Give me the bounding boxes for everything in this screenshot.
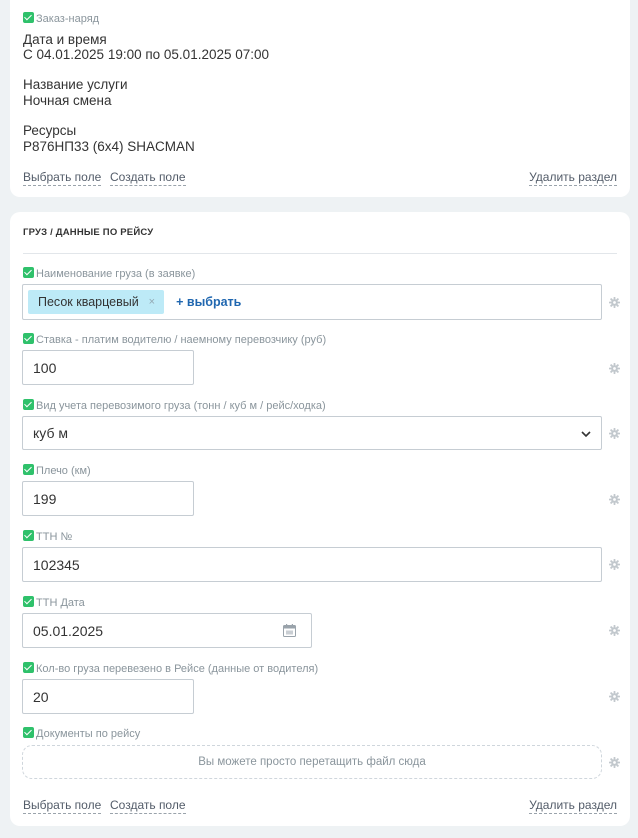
resources-label: Ресурсы [23, 123, 77, 138]
order-card: Заказ-наряд Дата и время С 04.01.2025 19… [10, 0, 630, 197]
ttn-date-input[interactable]: 05.01.2025 [22, 613, 312, 648]
cargo-amount-input[interactable]: 20 [22, 679, 194, 714]
cargo-tag: Песок кварцевый × [28, 290, 165, 314]
calendar-icon[interactable] [283, 624, 296, 637]
distance-label: Плечо (км) [23, 464, 91, 477]
gear-icon[interactable] [609, 494, 620, 505]
service-name-value: Ночная смена [23, 93, 112, 108]
chevron-down-icon [581, 431, 591, 438]
check-icon[interactable] [23, 662, 34, 673]
gear-icon[interactable] [609, 757, 620, 768]
section-divider [23, 253, 617, 254]
gear-icon[interactable] [609, 625, 620, 636]
service-name-label: Название услуги [23, 77, 128, 92]
delete-section-link[interactable]: Удалить раздел [529, 170, 617, 186]
cargo-name-label: Наименование груза (в заявке) [23, 267, 195, 280]
ttn-number-input[interactable]: 102345 [22, 547, 602, 582]
check-icon[interactable] [23, 530, 34, 541]
documents-label: Документы по рейсу [23, 727, 140, 740]
cargo-card: ГРУЗ / ДАННЫЕ ПО РЕЙСУ Наименование груз… [10, 212, 630, 826]
check-icon[interactable] [23, 596, 34, 607]
create-field-link[interactable]: Создать поле [110, 170, 186, 186]
create-field-link[interactable]: Создать поле [110, 798, 186, 814]
delete-section-link[interactable]: Удалить раздел [529, 798, 617, 814]
gear-icon[interactable] [609, 428, 620, 439]
add-cargo-button[interactable]: + выбрать [176, 295, 241, 309]
cargo-name-field[interactable]: Песок кварцевый × + выбрать [22, 284, 602, 320]
accounting-select[interactable]: куб м [22, 416, 602, 450]
distance-input[interactable]: 199 [22, 481, 194, 516]
check-icon[interactable] [23, 464, 34, 475]
select-field-link[interactable]: Выбрать поле [23, 170, 102, 186]
order-badge: Заказ-наряд [23, 12, 99, 25]
check-icon[interactable] [23, 12, 34, 23]
datetime-label: Дата и время [23, 32, 107, 47]
gear-icon[interactable] [609, 297, 620, 308]
gear-icon[interactable] [609, 363, 620, 374]
cargo-amount-label: Кол-во груза перевезено в Рейсе (данные … [23, 662, 318, 675]
rate-input[interactable]: 100 [22, 350, 194, 385]
check-icon[interactable] [23, 267, 34, 278]
resources-value: Р876НП33 (6х4) SHACMAN [23, 139, 195, 154]
select-field-link[interactable]: Выбрать поле [23, 798, 102, 814]
accounting-label: Вид учета перевозимого груза (тонн / куб… [23, 399, 326, 412]
check-icon[interactable] [23, 727, 34, 738]
file-drop-zone[interactable]: Вы можете просто перетащить файл сюда [22, 745, 602, 779]
gear-icon[interactable] [609, 691, 620, 702]
check-icon[interactable] [23, 399, 34, 410]
gear-icon[interactable] [609, 559, 620, 570]
ttn-date-label: ТТН Дата [23, 596, 85, 609]
ttn-number-label: ТТН № [23, 530, 72, 543]
tag-remove-icon[interactable]: × [149, 296, 155, 308]
rate-label: Ставка - платим водителю / наемному пере… [23, 333, 326, 346]
datetime-value: С 04.01.2025 19:00 по 05.01.2025 07:00 [23, 47, 270, 62]
section-title: ГРУЗ / ДАННЫЕ ПО РЕЙСУ [23, 227, 154, 238]
check-icon[interactable] [23, 333, 34, 344]
